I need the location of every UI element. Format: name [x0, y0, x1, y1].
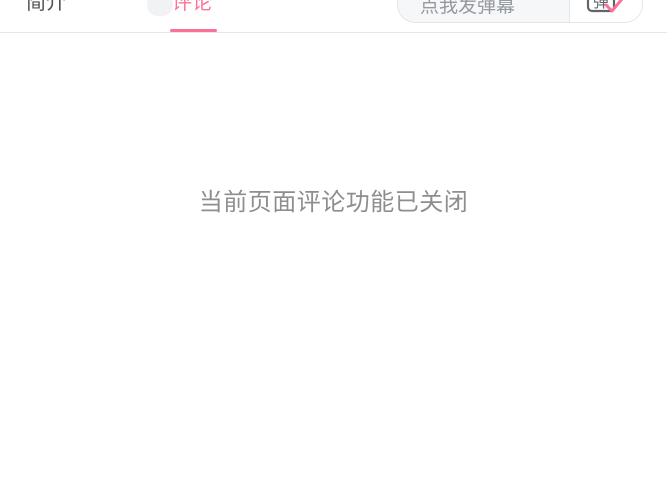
danmaku-send-box: 弹: [397, 0, 643, 23]
tab-intro[interactable]: 简介: [26, 0, 66, 26]
comment-count-badge: [147, 0, 173, 16]
tab-bar: 简介 评论 弹: [0, 0, 667, 33]
tab-comments[interactable]: 评论: [172, 0, 212, 26]
comments-closed-message: 当前页面评论功能已关闭: [198, 188, 469, 216]
danmaku-input[interactable]: [398, 0, 570, 22]
danmaku-toggle-icon: 弹: [586, 0, 624, 13]
active-tab-indicator: [170, 29, 217, 32]
video-detail-page: 简介 评论 弹 当前页面评论功能已关闭: [0, 0, 667, 500]
danmaku-toggle-button[interactable]: 弹: [569, 0, 642, 22]
